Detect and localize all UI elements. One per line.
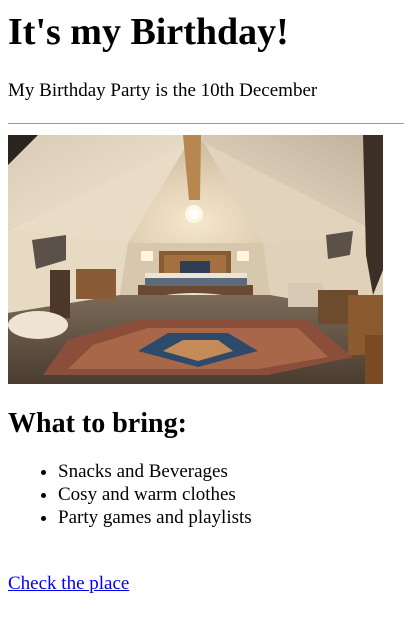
- divider: [8, 123, 404, 124]
- tent-photo: [8, 135, 383, 384]
- check-place-link[interactable]: Check the place: [8, 573, 129, 595]
- page: It's my Birthday! My Birthday Party is t…: [0, 0, 412, 633]
- list-item: Snacks and Beverages: [58, 460, 404, 483]
- page-title: It's my Birthday!: [8, 11, 289, 53]
- list-item: Party games and playlists: [58, 506, 404, 529]
- party-date-text: My Birthday Party is the 10th December: [8, 80, 318, 101]
- bring-heading: What to bring:: [8, 408, 187, 439]
- bring-list: Snacks and Beverages Cosy and warm cloth…: [8, 460, 404, 529]
- list-item: Cosy and warm clothes: [58, 483, 404, 506]
